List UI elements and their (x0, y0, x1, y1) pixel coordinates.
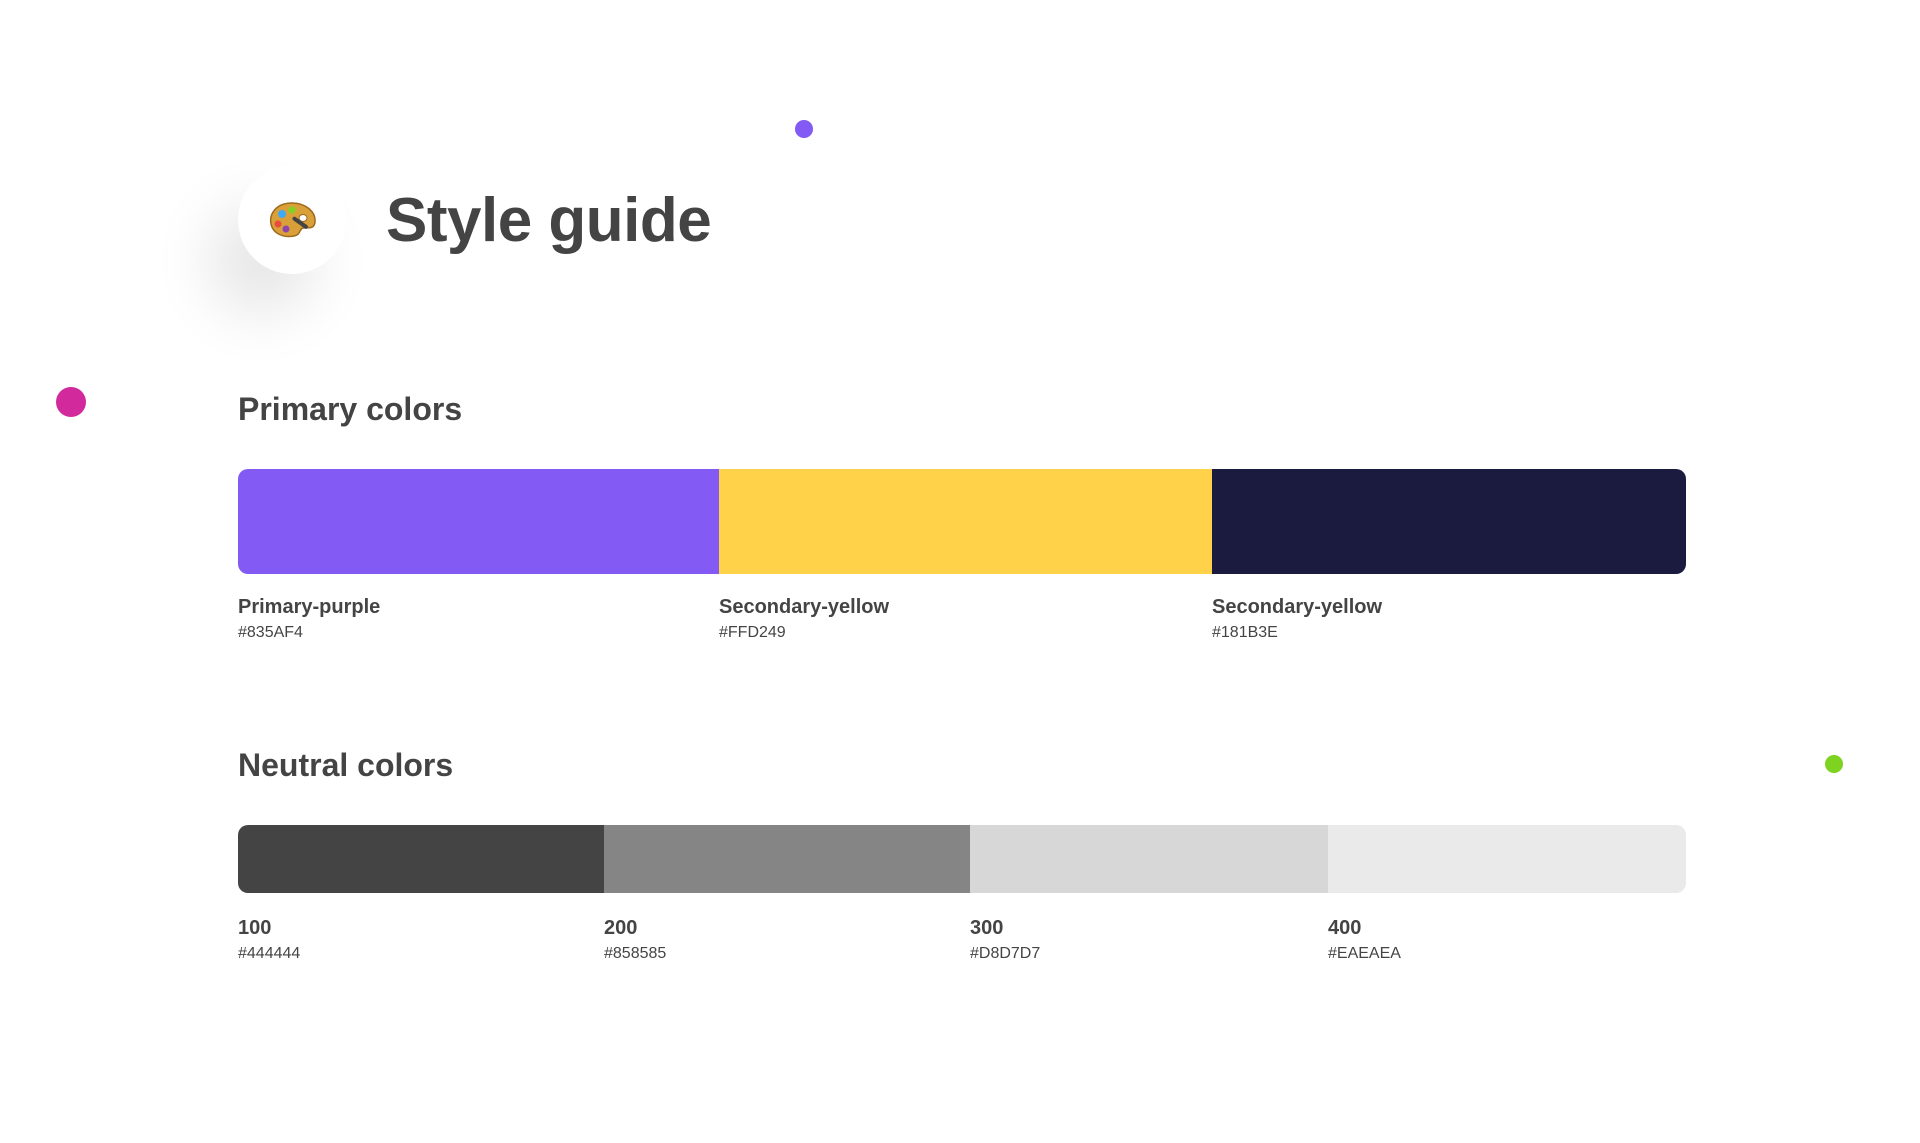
swatch-neutral-100 (238, 825, 604, 893)
swatch-hex: #D8D7D7 (970, 945, 1041, 962)
swatch-name: 300 (970, 917, 1004, 939)
icon-badge (238, 166, 346, 274)
swatch-name: Primary-purple (238, 596, 381, 618)
decor-dot-magenta (56, 387, 86, 417)
swatch-neutral-400 (1328, 825, 1686, 893)
swatch-hex: #FFD249 (719, 624, 786, 641)
swatch-name: 100 (238, 917, 272, 939)
neutral-colors-section: Neutral colors 100 #444444 200 #858585 3… (238, 744, 1686, 964)
swatch-hex: #858585 (604, 945, 667, 962)
swatch-label-secondary-yellow: Secondary-yellow #FFD249 (719, 594, 1212, 643)
swatch-label-neutral-200: 200 #858585 (604, 915, 970, 964)
swatch-label-neutral-300: 300 #D8D7D7 (970, 915, 1328, 964)
artist-palette-icon (268, 200, 316, 240)
swatch-name: Secondary-yellow (1212, 596, 1383, 618)
decor-dot-green (1825, 755, 1843, 773)
swatch-secondary-navy (1212, 469, 1686, 574)
swatch-name: Secondary-yellow (719, 596, 890, 618)
decor-dot-purple (795, 120, 813, 138)
swatch-secondary-yellow (719, 469, 1212, 574)
page-title: Style guide (386, 185, 712, 255)
swatch-hex: #181B3E (1212, 624, 1278, 641)
section-title-neutral: Neutral colors (238, 747, 454, 783)
swatch-hex: #EAEAEA (1328, 945, 1401, 962)
swatch-label-neutral-100: 100 #444444 (238, 915, 604, 964)
page-header: Style guide (238, 166, 712, 274)
swatch-label-secondary-navy: Secondary-yellow #181B3E (1212, 594, 1686, 643)
swatch-hex: #835AF4 (238, 624, 303, 641)
swatch-name: 200 (604, 917, 638, 939)
swatch-name: 400 (1328, 917, 1362, 939)
primary-colors-section: Primary colors Primary-purple #835AF4 Se… (238, 388, 1686, 643)
swatch-label-primary-purple: Primary-purple #835AF4 (238, 594, 719, 643)
swatch-hex: #444444 (238, 945, 301, 962)
swatch-neutral-300 (970, 825, 1328, 893)
neutral-swatch-labels: 100 #444444 200 #858585 300 #D8D7D7 400 … (238, 915, 1686, 964)
section-title-primary: Primary colors (238, 391, 463, 427)
primary-swatch-bar (238, 469, 1686, 574)
swatch-neutral-200 (604, 825, 970, 893)
primary-swatch-labels: Primary-purple #835AF4 Secondary-yellow … (238, 594, 1686, 643)
swatch-primary-purple (238, 469, 719, 574)
swatch-label-neutral-400: 400 #EAEAEA (1328, 915, 1686, 964)
neutral-swatch-bar (238, 825, 1686, 893)
